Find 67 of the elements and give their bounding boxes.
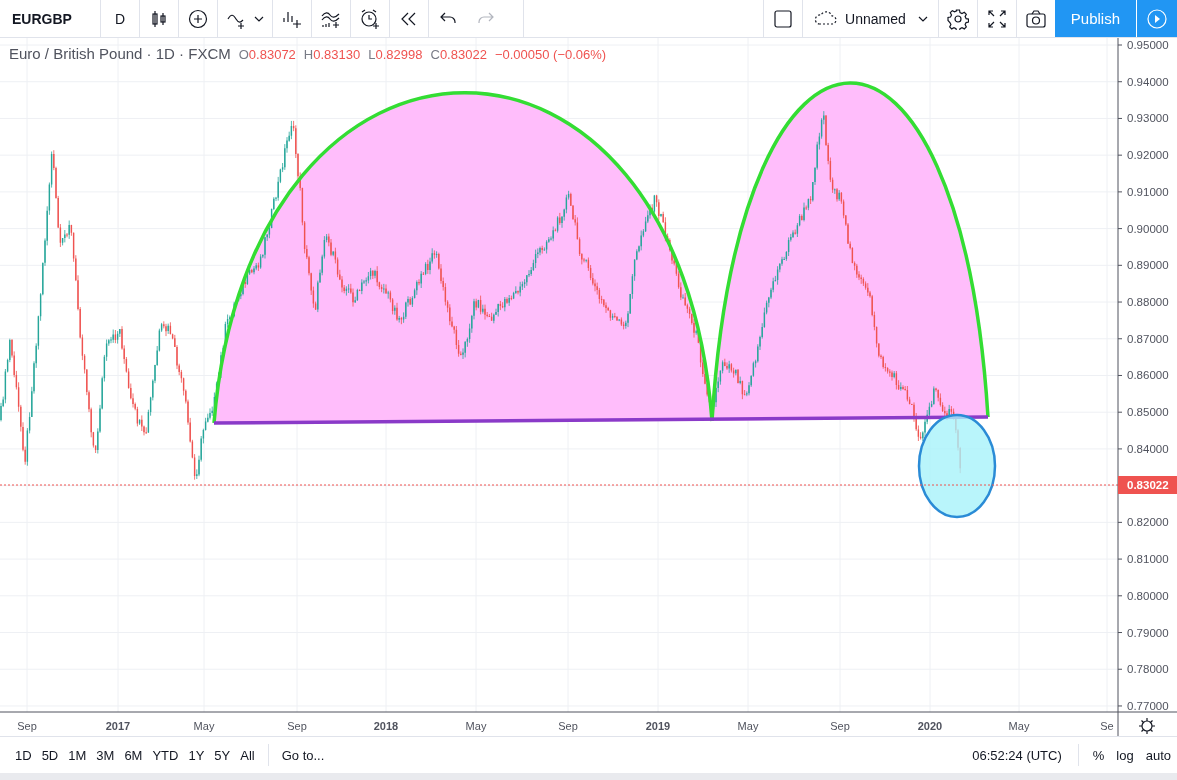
settings-icon[interactable]: [1138, 717, 1156, 735]
time-label: Sep: [830, 720, 850, 732]
scale-option-button[interactable]: log: [1110, 743, 1140, 767]
price-label: 0.91000: [1127, 185, 1169, 198]
ohlc-value: H0.83130: [303, 47, 361, 62]
time-label: Sep: [558, 720, 578, 732]
price-label: 0.78000: [1127, 663, 1169, 676]
price-label: 0.81000: [1127, 553, 1169, 566]
ohlc-value: C0.83022: [430, 47, 487, 62]
range-button[interactable]: 1M: [63, 743, 92, 767]
time-label: Se: [1100, 720, 1114, 732]
range-button[interactable]: 1Y: [183, 743, 210, 767]
range-button[interactable]: YTD: [147, 743, 184, 767]
price-label: 0.79000: [1127, 626, 1169, 639]
caret-icon: [917, 14, 928, 23]
layout-name-button[interactable]: Unnamed: [803, 0, 938, 37]
time-label: Sep: [17, 720, 37, 732]
price-label: 0.92000: [1127, 149, 1169, 162]
range-button[interactable]: 6M: [119, 743, 148, 767]
time-label: May: [465, 720, 487, 732]
range-button[interactable]: 5D: [36, 743, 64, 767]
price-label: 0.86000: [1127, 369, 1169, 382]
range-button[interactable]: 3M: [91, 743, 120, 767]
price-label: 0.90000: [1127, 222, 1169, 235]
time-label: May: [193, 720, 215, 732]
price-label: 0.85000: [1127, 406, 1169, 419]
price-label: 0.84000: [1127, 442, 1169, 455]
camera-icon: [1024, 7, 1047, 30]
price-label: 0.94000: [1127, 75, 1169, 88]
time-label: 2017: [105, 720, 131, 732]
alarm-clock-icon: [359, 7, 382, 30]
price-label: 0.77000: [1127, 699, 1169, 712]
last-price-tag: [1118, 476, 1177, 494]
settings-icon: [946, 7, 969, 30]
price-label: 0.80000: [1127, 589, 1169, 602]
clock-text: 06:52:24 (UTC): [971, 747, 1063, 763]
time-label: 2020: [917, 720, 943, 732]
symbol-title: Euro / British Pound · 1D · FXCM: [9, 45, 231, 62]
price-label: 0.95000: [1127, 39, 1169, 51]
range-button[interactable]: All: [235, 743, 260, 767]
price-label: 0.88000: [1127, 296, 1169, 309]
symbol-button[interactable]: EURGBP: [0, 0, 100, 37]
caret-icon: [254, 14, 265, 23]
play-button[interactable]: [1137, 0, 1177, 37]
price-label: 0.82000: [1127, 516, 1169, 529]
price-label: 0.87000: [1127, 332, 1169, 345]
interval-button[interactable]: D: [101, 0, 140, 37]
time-label: May: [737, 720, 759, 732]
time-label: 2019: [645, 720, 671, 732]
price-change: −0.00050 (−0.06%): [494, 47, 607, 62]
last-price-label: 0.83022: [1127, 479, 1169, 491]
scale-option-button[interactable]: %: [1086, 743, 1111, 767]
time-label: May: [1008, 720, 1030, 732]
plus-circle-icon: [187, 7, 210, 30]
scale-option-button[interactable]: auto: [1139, 743, 1177, 767]
time-label: Sep: [287, 720, 307, 732]
ohlc-value: L0.82998: [368, 47, 423, 62]
price-label: 0.93000: [1127, 112, 1169, 125]
range-button[interactable]: 1D: [10, 743, 37, 767]
ohlc-value: O0.83072: [238, 47, 296, 62]
price-label: 0.89000: [1127, 259, 1169, 272]
fullscreen-icon: [985, 7, 1008, 30]
play-icon: [1146, 7, 1168, 30]
range-button[interactable]: 5Y: [209, 743, 236, 767]
time-label: 2018: [373, 720, 399, 732]
go-to-button[interactable]: Go to...: [276, 743, 330, 767]
square-icon: [772, 7, 795, 30]
